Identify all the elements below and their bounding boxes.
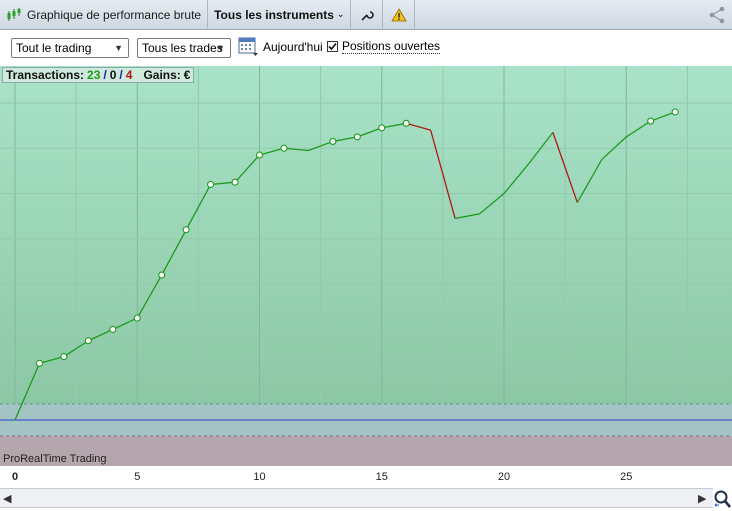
share-icon (709, 6, 725, 24)
losses-count: 4 (125, 68, 133, 82)
loss-zone (0, 436, 732, 466)
x-tick-label: 25 (620, 471, 633, 483)
trades-select-value: Tous les trades (142, 41, 223, 55)
x-tick-label: 20 (497, 471, 511, 483)
chevron-down-icon: ▼ (114, 43, 123, 53)
open-positions-label[interactable]: Positions ouvertes (342, 40, 441, 54)
trade-marker (280, 144, 288, 152)
wrench-icon (361, 10, 374, 21)
trade-marker (255, 151, 264, 159)
warning-icon (391, 7, 407, 21)
trade-marker (329, 137, 337, 145)
checkmark-icon (328, 42, 337, 51)
candlestick-icon (7, 7, 21, 21)
x-axis: 0 5 10 15 20 25 (0, 466, 732, 488)
settings-button[interactable] (351, 0, 384, 30)
instruments-dropdown[interactable]: Tous les instruments ⌄ (208, 0, 352, 30)
today-label[interactable]: Aujourd'hui (263, 40, 323, 54)
x-tick-label: 5 (134, 471, 141, 483)
gain-zone (0, 66, 732, 404)
neutral-count: 0 (109, 68, 117, 82)
x-tick-label: 10 (253, 471, 266, 483)
trade-marker (671, 108, 679, 116)
trade-marker (84, 337, 92, 345)
trades-select[interactable]: Tous les trades ▼ (137, 38, 231, 58)
scope-select-value: Tout le trading (16, 41, 92, 55)
x-tick-label: 15 (375, 471, 388, 483)
scroll-left-arrow-icon[interactable]: ◀ (3, 492, 11, 505)
gains-label: Gains: (143, 68, 181, 82)
today-button[interactable] (238, 36, 258, 56)
zoom-button[interactable] (713, 488, 732, 510)
trade-marker (353, 133, 361, 141)
title-bar: Graphique de performance brute Tous les … (0, 0, 732, 30)
trade-marker (35, 359, 44, 367)
warning-button[interactable] (383, 0, 416, 30)
separator: / (103, 68, 107, 82)
trade-marker (182, 226, 190, 234)
chevron-down-icon: ⌄ (336, 9, 345, 19)
magnifier-icon (714, 490, 731, 508)
scroll-right-arrow-icon[interactable]: ▶ (698, 492, 706, 505)
gains-value: € (183, 68, 191, 82)
chevron-down-icon: ▼ (216, 43, 225, 53)
equity-chart (0, 66, 732, 466)
transactions-label: Transactions: (6, 68, 85, 82)
trade-marker (158, 271, 166, 279)
calendar-icon (238, 37, 258, 56)
stats-summary: Transactions: 23 / 0 / 4 Gains: € (2, 67, 195, 83)
open-positions-checkbox[interactable] (327, 41, 338, 52)
watermark: ProRealTime Trading (3, 453, 107, 465)
chart-svg (0, 66, 732, 466)
x-tick-label: 0 (11, 471, 19, 483)
window-title: Graphique de performance brute (27, 7, 202, 22)
instruments-label: Tous les instruments (214, 7, 334, 22)
trade-marker (378, 124, 386, 132)
trade-marker (402, 119, 410, 127)
horizontal-scrollbar[interactable]: ◀ ▶ (0, 488, 713, 508)
trade-marker (60, 353, 68, 361)
trade-marker (133, 314, 141, 322)
share-button[interactable] (708, 5, 728, 25)
scope-select[interactable]: Tout le trading ▼ (11, 38, 129, 58)
performance-chart-window: Graphique de performance brute Tous les … (0, 0, 732, 511)
window-title-segment: Graphique de performance brute (0, 0, 209, 30)
trade-marker (647, 117, 655, 125)
trade-marker (207, 180, 215, 189)
trade-marker (109, 325, 117, 333)
separator: / (119, 68, 123, 82)
wins-count: 23 (87, 68, 101, 82)
trade-marker (231, 178, 239, 186)
